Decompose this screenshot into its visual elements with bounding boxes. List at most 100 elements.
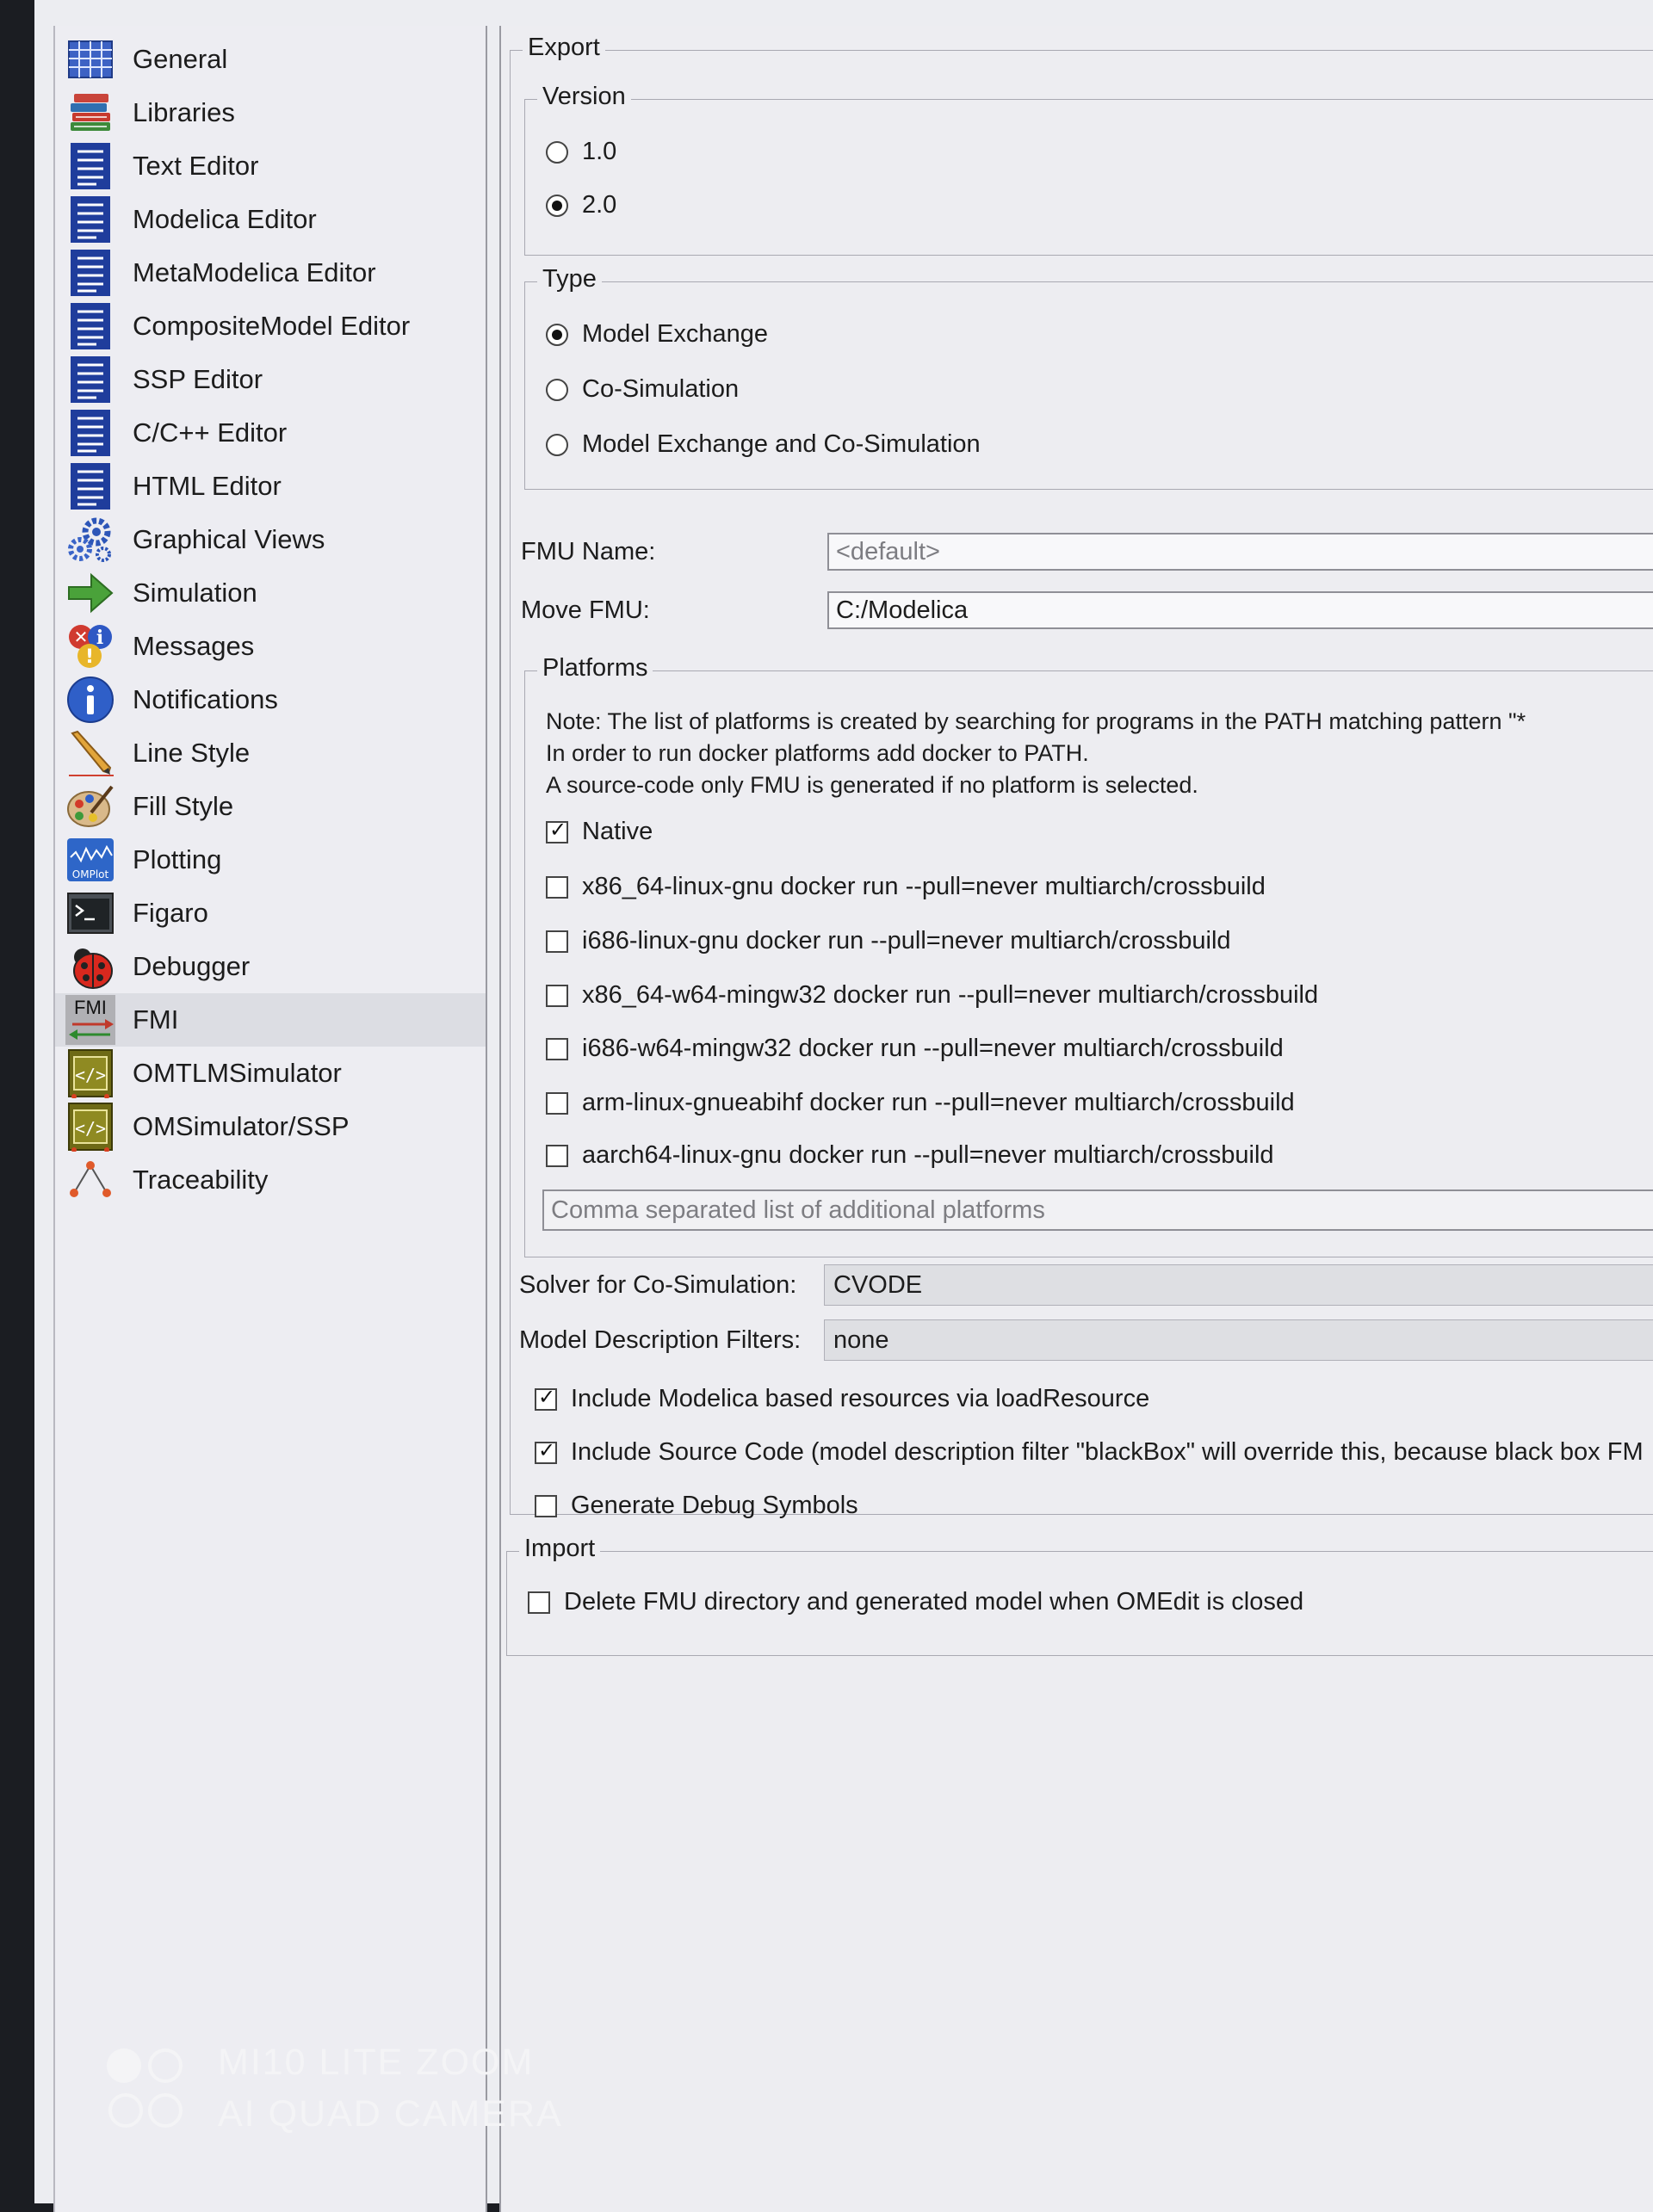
- sidebar-item-ssp-editor[interactable]: SSP Editor: [55, 353, 486, 406]
- sidebar-item-debugger[interactable]: Debugger: [55, 940, 486, 993]
- solver-select[interactable]: CVODE: [824, 1264, 1653, 1306]
- svg-text:!: !: [85, 646, 94, 668]
- type-model-exchange-radio[interactable]: Model Exchange: [546, 320, 768, 349]
- checkbox-indicator[interactable]: [546, 1037, 568, 1060]
- checkbox-label: Include Modelica based resources via loa…: [571, 1385, 1150, 1412]
- text-document-icon: [65, 301, 115, 351]
- sidebar-item-label: FMI: [133, 1004, 179, 1035]
- sidebar-item-compositemodel-editor[interactable]: CompositeModel Editor: [55, 300, 486, 353]
- checkbox-indicator[interactable]: [535, 1494, 557, 1517]
- version-1-0-radio[interactable]: 1.0: [546, 138, 616, 166]
- sidebar-item-fmi[interactable]: FMI FMI: [55, 993, 486, 1047]
- palette-icon: [65, 782, 115, 831]
- platforms-group: Platforms Note: The list of platforms is…: [524, 654, 1653, 1257]
- radio-label: Model Exchange and Co-Simulation: [582, 430, 981, 458]
- include-source-code-checkbox[interactable]: Include Source Code (model description f…: [535, 1438, 1644, 1467]
- sidebar-item-label: Text Editor: [133, 151, 259, 181]
- checkbox-label: i686-linux-gnu docker run --pull=never m…: [582, 927, 1231, 955]
- sidebar-item-label: OMTLMSimulator: [133, 1058, 342, 1088]
- platform-arm-linux-gnueabihf-checkbox[interactable]: arm-linux-gnueabihf docker run --pull=ne…: [546, 1089, 1295, 1117]
- sidebar-item-omsimulator-ssp[interactable]: </> OMSimulator/SSP: [55, 1100, 486, 1153]
- radio-indicator[interactable]: [546, 140, 568, 164]
- platform-i686-linux-gnu-checkbox[interactable]: i686-linux-gnu docker run --pull=never m…: [546, 927, 1231, 955]
- sidebar-item-messages[interactable]: ✕ i! Messages: [55, 620, 486, 673]
- sidebar-item-label: MetaModelica Editor: [133, 257, 376, 287]
- checkbox-indicator[interactable]: [546, 984, 568, 1007]
- sidebar-item-modelica-editor[interactable]: Modelica Editor: [55, 193, 486, 246]
- camera-watermark-line2: AI QUAD CAMERA: [218, 2093, 563, 2135]
- fmi-icon: FMI: [65, 995, 115, 1045]
- version-2-0-radio[interactable]: 2.0: [546, 191, 616, 219]
- code-chip-icon: </>: [65, 1102, 115, 1152]
- platform-aarch64-linux-gnu-checkbox[interactable]: aarch64-linux-gnu docker run --pull=neve…: [546, 1141, 1274, 1170]
- checkbox-indicator[interactable]: [546, 930, 568, 953]
- sidebar-item-notifications[interactable]: Notifications: [55, 673, 486, 726]
- platform-x86-64-w64-mingw32-checkbox[interactable]: x86_64-w64-mingw32 docker run --pull=nev…: [546, 981, 1318, 1010]
- generate-debug-symbols-checkbox[interactable]: Generate Debug Symbols: [535, 1492, 858, 1520]
- checkbox-label: i686-w64-mingw32 docker run --pull=never…: [582, 1035, 1284, 1062]
- delete-fmu-directory-checkbox[interactable]: Delete FMU directory and generated model…: [528, 1588, 1303, 1616]
- radio-indicator[interactable]: [546, 378, 568, 401]
- sidebar-item-graphical-views[interactable]: Graphical Views: [55, 513, 486, 566]
- type-co-simulation-radio[interactable]: Co-Simulation: [546, 375, 739, 404]
- include-resources-checkbox[interactable]: Include Modelica based resources via loa…: [535, 1385, 1149, 1413]
- export-group-title: Export: [523, 34, 605, 62]
- checkbox-indicator[interactable]: [535, 1438, 557, 1464]
- sidebar-item-metamodelica-editor[interactable]: MetaModelica Editor: [55, 246, 486, 300]
- terminal-icon: [65, 888, 115, 938]
- version-group-title: Version: [537, 83, 631, 111]
- checkbox-label: arm-linux-gnueabihf docker run --pull=ne…: [582, 1089, 1295, 1116]
- text-document-icon: [65, 141, 115, 191]
- radio-indicator[interactable]: [546, 323, 568, 346]
- checkbox-indicator[interactable]: [528, 1591, 550, 1614]
- radio-indicator[interactable]: [546, 194, 568, 217]
- messages-icon: ✕ i!: [65, 621, 115, 671]
- checkbox-indicator[interactable]: [546, 1144, 568, 1167]
- type-group: Type Model Exchange Co-Simulation Model …: [524, 265, 1653, 490]
- filters-label: Model Description Filters:: [519, 1326, 802, 1354]
- sidebar-item-label: Fill Style: [133, 791, 234, 821]
- sidebar-item-libraries[interactable]: Libraries: [55, 86, 486, 139]
- solver-selected-value: CVODE: [833, 1270, 923, 1299]
- filters-selected-value: none: [833, 1325, 889, 1354]
- green-arrow-icon: [65, 568, 115, 618]
- radio-label: 1.0: [582, 138, 617, 165]
- options-category-list[interactable]: General Libraries Text Editor Modelica E…: [53, 26, 487, 2212]
- checkbox-indicator[interactable]: [546, 875, 568, 899]
- platform-x86-64-linux-gnu-checkbox[interactable]: x86_64-linux-gnu docker run --pull=never…: [546, 873, 1266, 901]
- gears-icon: [65, 515, 115, 565]
- checkbox-indicator[interactable]: [535, 1385, 557, 1411]
- sidebar-item-html-editor[interactable]: HTML Editor: [55, 460, 486, 513]
- fmi-settings-panel: Export Version 1.0 2.0 Type Model Exchan…: [499, 26, 1653, 2212]
- checkbox-indicator[interactable]: [546, 818, 568, 843]
- sidebar-item-omtlmsimulator[interactable]: </> OMTLMSimulator: [55, 1047, 486, 1100]
- type-me-and-cs-radio[interactable]: Model Exchange and Co-Simulation: [546, 430, 981, 459]
- sidebar-item-simulation[interactable]: Simulation: [55, 566, 486, 620]
- text-document-icon: [65, 461, 115, 511]
- sidebar-item-text-editor[interactable]: Text Editor: [55, 139, 486, 193]
- platforms-group-title: Platforms: [537, 654, 653, 683]
- sidebar-item-label: Modelica Editor: [133, 204, 317, 234]
- sidebar-item-label: CompositeModel Editor: [133, 311, 411, 341]
- sidebar-item-plotting[interactable]: OMPlot Plotting: [55, 833, 486, 887]
- pencil-icon: [65, 728, 115, 778]
- sidebar-item-c-cpp-editor[interactable]: C/C++ Editor: [55, 406, 486, 460]
- platform-i686-w64-mingw32-checkbox[interactable]: i686-w64-mingw32 docker run --pull=never…: [546, 1035, 1284, 1063]
- sidebar-item-fill-style[interactable]: Fill Style: [55, 780, 486, 833]
- platform-native-checkbox[interactable]: Native: [546, 818, 653, 846]
- checkbox-indicator[interactable]: [546, 1091, 568, 1115]
- checkbox-label: Generate Debug Symbols: [571, 1492, 858, 1519]
- camera-watermark-logo: [107, 2048, 183, 2128]
- sidebar-item-line-style[interactable]: Line Style: [55, 726, 486, 780]
- sidebar-item-traceability[interactable]: Traceability: [55, 1153, 486, 1207]
- fmu-name-input[interactable]: [827, 533, 1653, 571]
- move-fmu-input[interactable]: [827, 591, 1653, 629]
- solver-label: Solver for Co-Simulation:: [519, 1271, 797, 1299]
- checkbox-label: Native: [582, 818, 653, 845]
- filters-select[interactable]: none: [824, 1319, 1653, 1361]
- sidebar-item-figaro[interactable]: Figaro: [55, 887, 486, 940]
- additional-platforms-input[interactable]: [542, 1189, 1653, 1231]
- radio-label: 2.0: [582, 191, 617, 219]
- radio-indicator[interactable]: [546, 433, 568, 456]
- sidebar-item-general[interactable]: General: [55, 33, 486, 86]
